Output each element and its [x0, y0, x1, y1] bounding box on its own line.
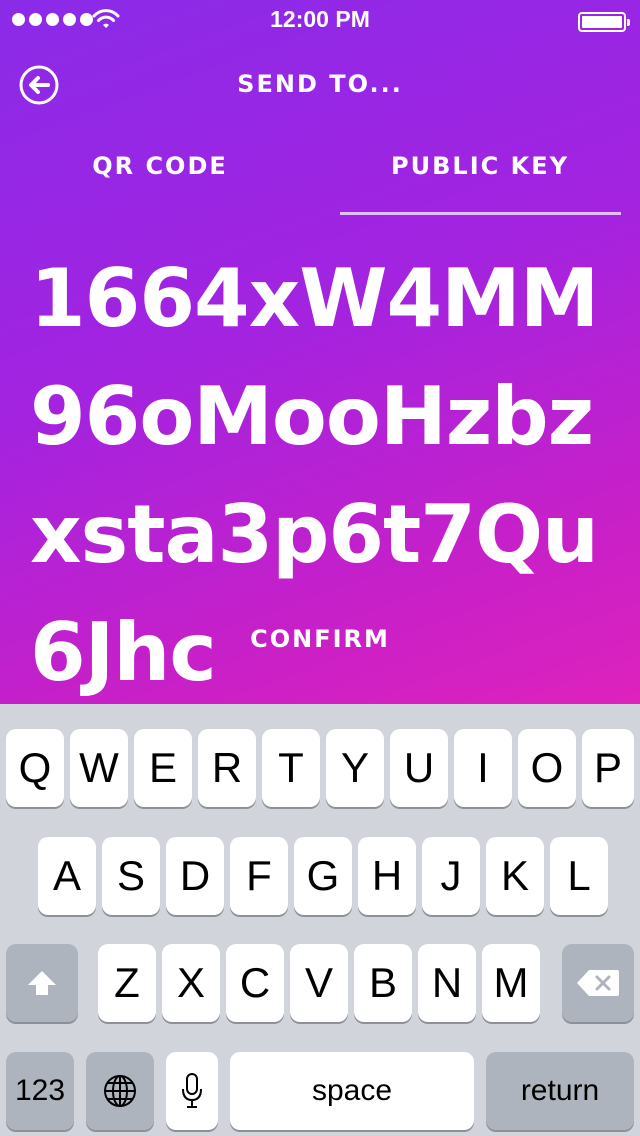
key-e[interactable]: E	[134, 729, 192, 807]
battery-icon	[578, 12, 630, 32]
key-v[interactable]: V	[290, 944, 348, 1022]
key-i[interactable]: I	[454, 729, 512, 807]
status-bar: 12:00 PM	[0, 0, 640, 40]
key-b[interactable]: B	[354, 944, 412, 1022]
space-key[interactable]: space	[230, 1052, 474, 1130]
page-title: SEND TO...	[237, 70, 403, 98]
key-n[interactable]: N	[418, 944, 476, 1022]
key-d[interactable]: D	[166, 837, 224, 915]
confirm-button[interactable]: CONFIRM	[200, 615, 440, 663]
key-u[interactable]: U	[390, 729, 448, 807]
key-s[interactable]: S	[102, 837, 160, 915]
tab-qr-code[interactable]: QR CODE	[10, 152, 310, 216]
key-a[interactable]: A	[38, 837, 96, 915]
key-z[interactable]: Z	[98, 944, 156, 1022]
microphone-icon	[182, 1073, 202, 1108]
key-f[interactable]: F	[230, 837, 288, 915]
key-w[interactable]: W	[70, 729, 128, 807]
microphone-key[interactable]	[166, 1052, 218, 1130]
status-time: 12:00 PM	[270, 6, 370, 32]
key-l[interactable]: L	[550, 837, 608, 915]
key-h[interactable]: H	[358, 837, 416, 915]
keyboard: Q W E R T Y U I O P A S D F G H J K L Z …	[0, 704, 640, 1136]
key-r[interactable]: R	[198, 729, 256, 807]
return-key[interactable]: return	[486, 1052, 634, 1130]
key-q[interactable]: Q	[6, 729, 64, 807]
key-t[interactable]: T	[262, 729, 320, 807]
globe-key[interactable]	[86, 1052, 154, 1130]
tab-public-key[interactable]: PUBLIC KEY	[330, 152, 630, 216]
key-x[interactable]: X	[162, 944, 220, 1022]
key-k[interactable]: K	[486, 837, 544, 915]
key-j[interactable]: J	[422, 837, 480, 915]
key-m[interactable]: M	[482, 944, 540, 1022]
key-p[interactable]: P	[582, 729, 634, 807]
globe-icon	[104, 1075, 136, 1107]
key-y[interactable]: Y	[326, 729, 384, 807]
delete-key[interactable]	[562, 944, 634, 1022]
key-g[interactable]: G	[294, 837, 352, 915]
key-c[interactable]: C	[226, 944, 284, 1022]
backspace-icon	[577, 970, 619, 996]
active-tab-indicator	[340, 212, 621, 215]
numbers-key[interactable]: 123	[6, 1052, 74, 1130]
key-o[interactable]: O	[518, 729, 576, 807]
shift-key[interactable]	[6, 944, 78, 1022]
shift-arrow-icon	[28, 971, 56, 995]
